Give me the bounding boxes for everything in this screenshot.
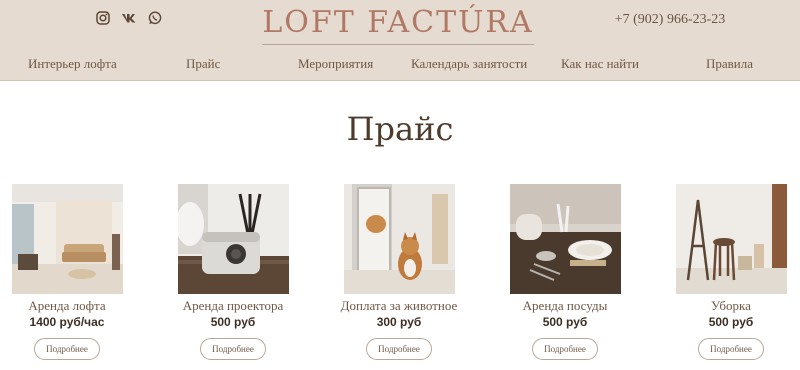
social-links [95, 10, 163, 26]
card-title: Аренда посуды [522, 298, 608, 313]
card-title: Уборка [711, 298, 751, 313]
price-card-loft: Аренда лофта 1400 руб/час Подробнее [6, 184, 128, 360]
vk-icon[interactable] [121, 10, 137, 26]
whatsapp-icon[interactable] [147, 10, 163, 26]
details-button[interactable]: Подробнее [34, 338, 100, 360]
nav-item-rules[interactable]: Правила [706, 56, 753, 72]
details-button[interactable]: Подробнее [532, 338, 598, 360]
tableware-photo[interactable] [509, 184, 621, 294]
card-price: 500 руб [210, 315, 256, 329]
pet-photo[interactable] [343, 184, 455, 294]
nav-item-loft-interior[interactable]: Интерьер лофта [28, 56, 117, 72]
card-price: 300 руб [376, 315, 422, 329]
phone-number[interactable]: +7 (902) 966-23-23 [600, 12, 740, 28]
price-card-pet: Доплата за животное 300 руб Подробнее [338, 184, 460, 360]
instagram-icon[interactable] [95, 10, 111, 26]
cleaning-photo[interactable] [675, 184, 787, 294]
details-button[interactable]: Подробнее [200, 338, 266, 360]
nav-item-events[interactable]: Мероприятия [298, 56, 373, 72]
card-price: 1400 руб/час [29, 315, 105, 329]
card-title: Аренда лофта [28, 298, 106, 313]
card-price: 500 руб [708, 315, 754, 329]
card-price: 500 руб [542, 315, 588, 329]
site-logo[interactable]: LOFT FACTÚRA [262, 4, 534, 42]
main-nav: Интерьер лофта Прайс Мероприятия Календа… [0, 56, 800, 78]
price-card-cleaning: Уборка 500 руб Подробнее [670, 184, 792, 360]
nav-item-location[interactable]: Как нас найти [561, 56, 639, 72]
nav-item-price[interactable]: Прайс [186, 56, 220, 72]
price-card-tableware: Аренда посуды 500 руб Подробнее [504, 184, 626, 360]
card-title: Доплата за животное [340, 298, 458, 313]
price-card-projector: Аренда проектора 500 руб Подробнее [172, 184, 294, 360]
nav-item-calendar[interactable]: Календарь занятости [411, 56, 527, 72]
logo-underline [262, 44, 534, 45]
page-title: Прайс [346, 110, 454, 148]
details-button[interactable]: Подробнее [366, 338, 432, 360]
card-title: Аренда проектора [182, 298, 284, 313]
site-header: LOFT FACTÚRA +7 (902) 966-23-23 Интерьер… [0, 0, 800, 81]
projector-photo[interactable] [177, 184, 289, 294]
details-button[interactable]: Подробнее [698, 338, 764, 360]
loft-photo[interactable] [11, 184, 123, 294]
